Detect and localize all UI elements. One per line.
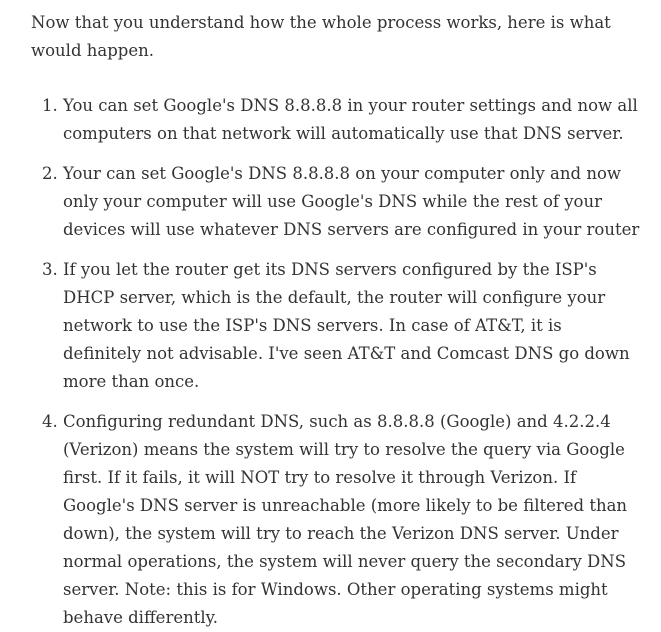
numbered-list: You can set Google's DNS 8.8.8.8 in your… <box>31 92 641 632</box>
article-content: Now that you understand how the whole pr… <box>0 0 661 627</box>
list-item: If you let the router get its DNS server… <box>63 256 641 396</box>
list-item: Configuring redundant DNS, such as 8.8.8… <box>63 408 641 632</box>
list-item: You can set Google's DNS 8.8.8.8 in your… <box>63 92 641 148</box>
intro-paragraph: Now that you understand how the whole pr… <box>31 13 611 60</box>
list-item: Your can set Google's DNS 8.8.8.8 on you… <box>63 160 641 244</box>
